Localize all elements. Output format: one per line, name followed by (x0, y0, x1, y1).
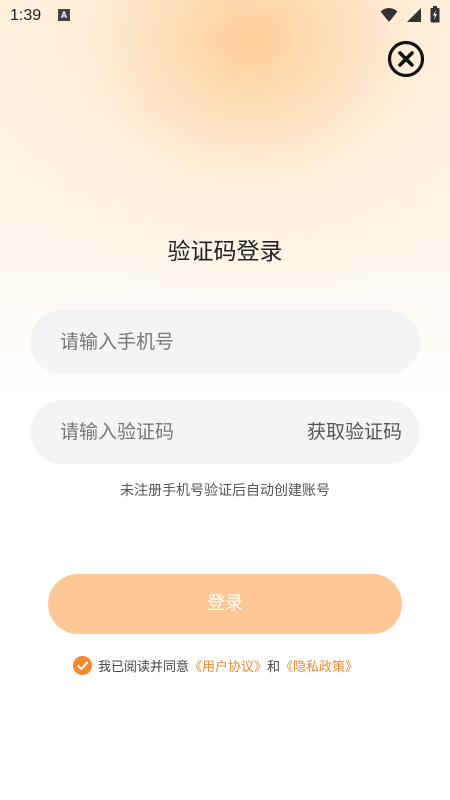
agreement-row: 我已阅读并同意 《用户协议》 和 《隐私政策》 (73, 654, 358, 676)
phone-input[interactable] (60, 310, 400, 374)
phone-field (30, 310, 420, 374)
status-icons (380, 6, 440, 23)
code-field: 获取验证码 (30, 400, 420, 464)
close-icon[interactable] (387, 40, 425, 78)
a-icon: A (58, 9, 70, 21)
status-time: 1:39 (10, 7, 42, 24)
status-bar: 1:39 A (0, 0, 450, 32)
code-input[interactable] (60, 400, 290, 464)
user-agreement-link[interactable]: 《用户协议》 (189, 656, 267, 675)
wifi-icon (380, 7, 398, 22)
checkbox-checked-icon[interactable] (73, 655, 92, 675)
register-hint: 未注册手机号验证后自动创建账号 (120, 483, 330, 499)
page-title: 验证码登录 (167, 239, 283, 265)
agreement-prefix: 我已阅读并同意 (98, 659, 190, 675)
privacy-policy-link[interactable]: 《隐私政策》 (280, 656, 358, 675)
login-button[interactable]: 登录 (48, 574, 402, 634)
agreement-and: 和 (267, 659, 281, 675)
get-code-button[interactable]: 获取验证码 (307, 400, 402, 464)
signal-icon (407, 7, 421, 22)
battery-icon (430, 6, 440, 23)
